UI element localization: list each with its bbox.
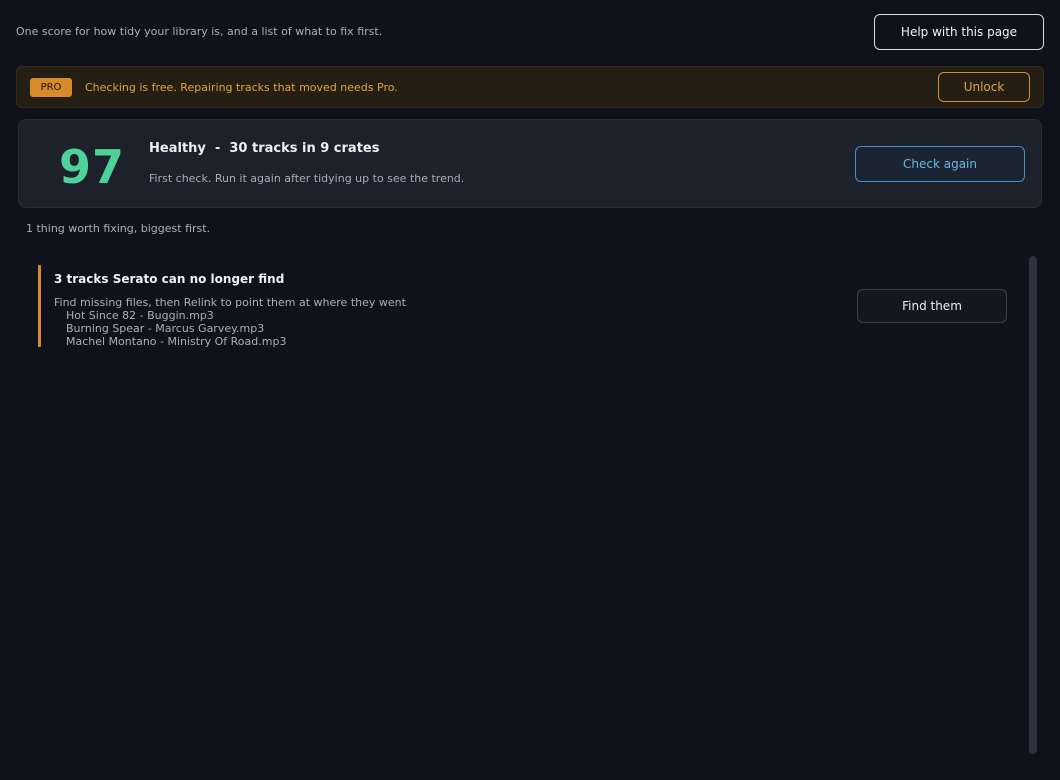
find-them-button[interactable]: Find them	[857, 289, 1007, 323]
pro-message: Checking is free. Repairing tracks that …	[85, 81, 398, 94]
page-subtitle: One score for how tidy your library is, …	[16, 25, 383, 38]
missing-track-list: Hot Since 82 - Buggin.mp3 Burning Spear …	[66, 309, 286, 348]
library-health-page: One score for how tidy your library is, …	[0, 0, 1060, 780]
issue-title: 3 tracks Serato can no longer find	[54, 272, 285, 286]
missing-track: Hot Since 82 - Buggin.mp3	[66, 309, 214, 322]
issues-scrollbar[interactable]	[1029, 256, 1037, 754]
help-button[interactable]: Help with this page	[874, 14, 1044, 50]
score-headline: Healthy - 30 tracks in 9 crates	[149, 141, 380, 156]
score-note: First check. Run it again after tidying …	[149, 172, 465, 185]
pro-badge: PRO	[30, 78, 72, 97]
score-card: 97 Healthy - 30 tracks in 9 crates First…	[18, 119, 1042, 208]
fix-summary: 1 thing worth fixing, biggest first.	[26, 222, 211, 235]
pro-banner: PRO Checking is free. Repairing tracks t…	[16, 66, 1044, 108]
issue-item: 3 tracks Serato can no longer find Find …	[38, 265, 1018, 348]
missing-track: Machel Montano - Ministry Of Road.mp3	[66, 335, 287, 348]
unlock-button[interactable]: Unlock	[938, 72, 1030, 102]
check-again-button[interactable]: Check again	[855, 146, 1025, 182]
health-score: 97	[59, 140, 126, 194]
issue-description: Find missing files, then Relink to point…	[54, 296, 406, 309]
issue-severity-bar	[38, 265, 41, 347]
missing-track: Burning Spear - Marcus Garvey.mp3	[66, 322, 265, 335]
